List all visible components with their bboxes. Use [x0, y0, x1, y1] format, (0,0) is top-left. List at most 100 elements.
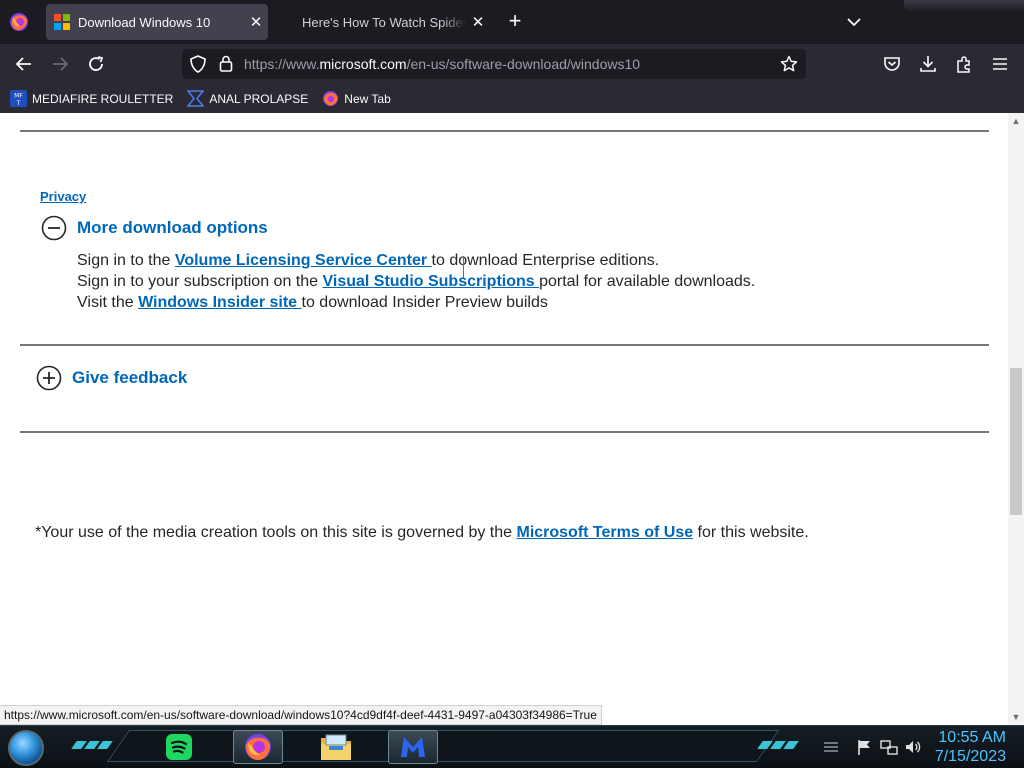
tray-lines-icon — [824, 742, 838, 752]
navigation-toolbar: https://www.microsoft.com/en-us/software… — [0, 44, 1024, 84]
taskbar-app-file-explorer[interactable] — [311, 730, 361, 764]
page-scrollbar[interactable]: ▲ ▼ — [1008, 113, 1024, 725]
svg-text:T: T — [16, 100, 21, 107]
bookmarks-toolbar: MF T MEDIAFIRE ROULETTER ANAL PROLAPSE Ne… — [0, 84, 1024, 113]
windows-insider-link[interactable]: Windows Insider site — [138, 294, 301, 311]
taskbar-app-spotify[interactable] — [154, 730, 204, 764]
privacy-link[interactable]: Privacy — [40, 189, 86, 204]
forward-button[interactable] — [48, 52, 72, 76]
line-text: Visit the — [77, 294, 139, 311]
reload-icon — [89, 56, 104, 71]
app-menu-button[interactable] — [988, 52, 1012, 76]
bookmark-label: New Tab — [344, 91, 391, 106]
volume-licensing-line: Sign in to the Volume Licensing Service … — [77, 252, 659, 270]
taskbar-decoration-chevrons — [71, 741, 113, 749]
taskbar-decoration-chevrons — [757, 741, 799, 749]
tab-title: Here's How To Watch Spider-M — [302, 14, 466, 30]
section-divider — [20, 431, 989, 433]
windows-logo-icon — [54, 14, 70, 30]
malwarebytes-icon — [401, 737, 425, 757]
line-text: to download Enterprise editions. — [431, 252, 660, 269]
bookmark-label: ANAL PROLAPSE — [209, 91, 309, 106]
bookmark-star-icon[interactable] — [780, 55, 798, 73]
url-text[interactable]: https://www.microsoft.com/en-us/software… — [244, 56, 640, 72]
clock-date: 7/15/2023 — [934, 748, 1006, 765]
expand-plus-circle-icon — [36, 365, 62, 391]
downloads-button[interactable] — [916, 52, 940, 76]
visual-studio-subscriptions-link[interactable]: Visual Studio Subscriptions — [322, 273, 539, 290]
page-content: Privacy More download options Sign in to… — [0, 113, 1008, 725]
terms-text: *Your use of the media creation tools on… — [35, 524, 517, 541]
back-button[interactable] — [12, 52, 36, 76]
microsoft-terms-of-use-link[interactable]: Microsoft Terms of Use — [516, 524, 693, 541]
tab-download-windows-10[interactable]: Download Windows 10 ✕ — [46, 4, 268, 40]
line-text: Sign in to your subscription on the — [77, 273, 323, 290]
url-path: /en-us/software-download/windows10 — [406, 56, 641, 72]
lock-icon[interactable] — [219, 55, 233, 72]
url-prefix: https://www. — [244, 56, 320, 72]
system-clock[interactable]: 10:55 AM 7/15/2023 — [935, 728, 1006, 766]
bookmark-label: MEDIAFIRE ROULETTER — [32, 91, 174, 106]
back-arrow-icon — [15, 57, 31, 71]
extensions-button[interactable] — [952, 52, 976, 76]
bookmark-new-tab[interactable]: New Tab — [322, 90, 391, 107]
scroll-up-arrow-icon[interactable]: ▲ — [1011, 116, 1021, 126]
spotify-icon — [166, 734, 192, 760]
volume-licensing-link[interactable]: Volume Licensing Service Center — [175, 252, 432, 269]
taskbar-app-firefox[interactable] — [233, 730, 283, 764]
list-all-tabs-chevron-icon[interactable] — [842, 12, 866, 32]
line-text: to download Insider Preview builds — [301, 294, 548, 311]
url-domain: microsoft.com — [319, 56, 407, 72]
terms-text: for this website. — [693, 524, 809, 541]
firefox-menu-icon[interactable] — [8, 11, 30, 33]
clock-time: 10:55 AM — [938, 729, 1006, 746]
action-center-flag-icon[interactable] — [856, 738, 874, 756]
taskbar-frame — [106, 730, 780, 762]
section-divider — [20, 344, 989, 346]
start-button[interactable] — [8, 730, 44, 766]
section-divider — [20, 130, 989, 132]
terms-notice: *Your use of the media creation tools on… — [35, 524, 809, 542]
line-text: portal for available downloads. — [539, 273, 756, 290]
taskbar-app-malwarebytes[interactable] — [388, 730, 438, 764]
firefox-icon — [323, 91, 339, 106]
firefox-icon — [245, 734, 271, 760]
tab-spider-man[interactable]: Here's How To Watch Spider-M ✕ — [290, 4, 490, 40]
extensions-puzzle-icon — [957, 56, 970, 73]
pocket-button[interactable] — [880, 52, 904, 76]
file-explorer-icon — [321, 734, 351, 760]
tracking-protection-shield-icon[interactable] — [190, 55, 206, 73]
download-icon — [920, 56, 936, 72]
bookmark-anal-prolapse[interactable]: ANAL PROLAPSE — [187, 90, 308, 107]
reload-button[interactable] — [84, 52, 108, 76]
scroll-down-arrow-icon[interactable]: ▼ — [1011, 712, 1021, 722]
bookmark-mediafire-rouletter[interactable]: MF T MEDIAFIRE ROULETTER — [10, 90, 173, 107]
visual-studio-line: Sign in to your subscription on the Visu… — [77, 273, 755, 291]
mediafire-icon: MFT — [10, 90, 27, 107]
text-cursor — [463, 256, 464, 278]
tab-close-icon[interactable]: ✕ — [466, 13, 490, 31]
svg-text:MF: MF — [14, 93, 23, 100]
volume-speaker-icon[interactable] — [904, 738, 922, 756]
forward-arrow-icon — [53, 57, 69, 71]
collapse-minus-circle-icon — [41, 215, 67, 241]
tab-title: Download Windows 10 — [78, 14, 211, 30]
tab-strip: Download Windows 10 ✕ Here's How To Watc… — [0, 0, 1024, 44]
pocket-icon — [884, 57, 900, 71]
taskbar: 10:55 AM 7/15/2023 — [0, 725, 1024, 768]
new-tab-button[interactable]: + — [503, 10, 527, 34]
give-feedback-toggle[interactable]: Give feedback — [36, 365, 187, 391]
titlebar-decoration — [904, 0, 1024, 12]
network-icon[interactable] — [880, 738, 898, 756]
scrollbar-thumb[interactable] — [1010, 368, 1022, 515]
more-download-options-heading: More download options — [77, 218, 268, 237]
line-text: Sign in to the — [77, 252, 175, 269]
give-feedback-heading: Give feedback — [72, 368, 188, 387]
hamburger-menu-icon — [993, 58, 1007, 70]
address-bar[interactable]: https://www.microsoft.com/en-us/software… — [182, 49, 806, 79]
tab-close-icon[interactable]: ✕ — [244, 13, 268, 31]
link-status-bar: https://www.microsoft.com/en-us/software… — [0, 705, 602, 725]
bookmark-link-icon — [187, 90, 205, 107]
more-download-options-toggle[interactable]: More download options — [41, 215, 268, 241]
windows-insider-line: Visit the Windows Insider site to downlo… — [77, 294, 548, 312]
